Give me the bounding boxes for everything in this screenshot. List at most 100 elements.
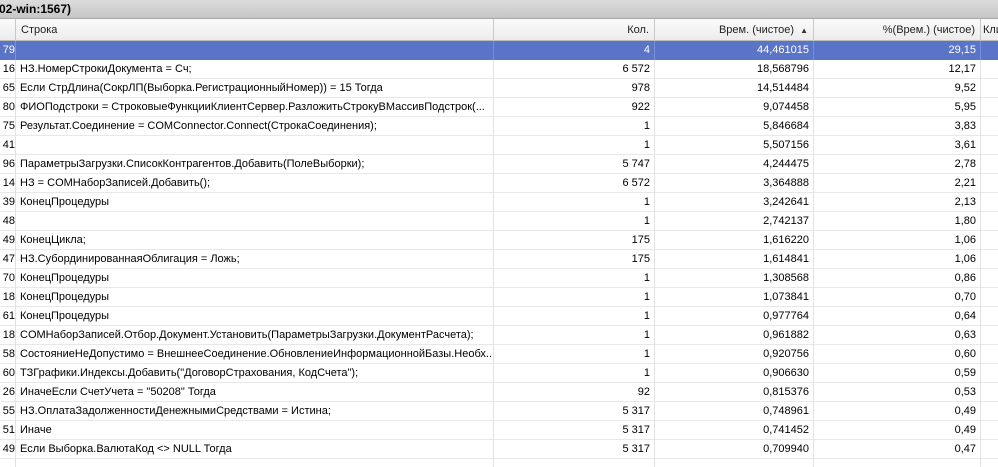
row-id: 26: [0, 383, 16, 402]
row-client: [981, 174, 998, 193]
header-time-label: Врем. (чистое): [718, 24, 795, 36]
row-time: 5,507156: [655, 136, 814, 155]
table-row[interactable]: 18 COMНаборЗаписей.Отбор.Документ.Установ…: [0, 326, 998, 345]
table-row[interactable]: [0, 459, 998, 467]
row-client: [981, 345, 998, 364]
header-id[interactable]: [0, 19, 16, 41]
row-count: 175: [494, 250, 655, 269]
table-row[interactable]: 49 Если Выборка.ВалютаКод <> NULL Тогда 5 …: [0, 440, 998, 459]
table-row[interactable]: 41 1 5,507156 3,61: [0, 136, 998, 155]
row-percent: 5,95: [814, 98, 981, 117]
row-id: 65: [0, 79, 16, 98]
row-string: НЗ.ОплатаЗадолженностиДенежнымиСредствам…: [16, 402, 494, 421]
row-count: 1: [494, 193, 655, 212]
row-string: НЗ.НомерСтрокиДокумента = Сч;: [16, 60, 494, 79]
row-string: ТЗГрафики.Индексы.Добавить("ДоговорСтрах…: [16, 364, 494, 383]
row-client: [981, 136, 998, 155]
table-row[interactable]: 39 КонецПроцедуры 1 3,242641 2,13: [0, 193, 998, 212]
row-client: [981, 307, 998, 326]
row-id: 41: [0, 136, 16, 155]
row-count: 5 747: [494, 155, 655, 174]
row-id: 55: [0, 402, 16, 421]
row-count: 5 317: [494, 421, 655, 440]
row-string: ФИОПодстроки = СтроковыеФункцииКлиентСер…: [16, 98, 494, 117]
header-count-label: Кол.: [627, 24, 649, 36]
row-string: КонецПроцедуры: [16, 269, 494, 288]
row-count: 1: [494, 269, 655, 288]
table-row[interactable]: 65 Если СтрДлина(СокрЛП(Выборка.Регистрац…: [0, 79, 998, 98]
row-count: 1: [494, 345, 655, 364]
row-count: 92: [494, 383, 655, 402]
row-time: 0,920756: [655, 345, 814, 364]
row-string: ПараметрыЗагрузки.СписокКонтрагентов.Доб…: [16, 155, 494, 174]
row-time: [655, 459, 814, 467]
row-percent: 0,49: [814, 421, 981, 440]
row-percent: 0,47: [814, 440, 981, 459]
table-row[interactable]: 18 КонецПроцедуры 1 1,073841 0,70: [0, 288, 998, 307]
row-percent: 0,64: [814, 307, 981, 326]
row-client: [981, 383, 998, 402]
row-id: 60: [0, 364, 16, 383]
row-count: 4: [494, 41, 655, 60]
table-row[interactable]: 60 ТЗГрафики.Индексы.Добавить("ДоговорСтр…: [0, 364, 998, 383]
row-string: COMНаборЗаписей.Отбор.Документ.Установит…: [16, 326, 494, 345]
table-row[interactable]: 51 Иначе 5 317 0,741452 0,49: [0, 421, 998, 440]
row-time: 0,906630: [655, 364, 814, 383]
table-row[interactable]: 49 КонецЦикла; 175 1,616220 1,06: [0, 231, 998, 250]
row-string: Если СтрДлина(СокрЛП(Выборка.Регистрацио…: [16, 79, 494, 98]
row-client: [981, 326, 998, 345]
row-client: [981, 250, 998, 269]
header-client[interactable]: Кли: [981, 19, 998, 41]
header-count[interactable]: Кол.: [494, 19, 655, 41]
table-header: Строка Кол. Врем. (чистое) ▲ %(Врем.) (чи…: [0, 19, 998, 41]
row-time: 1,614841: [655, 250, 814, 269]
row-count: 1: [494, 212, 655, 231]
header-percent[interactable]: %(Врем.) (чистое): [814, 19, 981, 41]
table-row[interactable]: 26 ИначеЕсли СчетУчета = "50208" Тогда 92 0…: [0, 383, 998, 402]
row-count: 6 572: [494, 60, 655, 79]
row-client: [981, 402, 998, 421]
table-row[interactable]: 47 НЗ.СубординированнаяОблигация = Ложь; 1…: [0, 250, 998, 269]
row-id: 75: [0, 117, 16, 136]
row-id: 16: [0, 60, 16, 79]
row-time: 0,977764: [655, 307, 814, 326]
table-body: 79 4 44,461015 29,15 16 НЗ.НомерСтрокиДокумен…: [0, 41, 998, 467]
row-client: [981, 155, 998, 174]
row-id: 49: [0, 440, 16, 459]
row-count: 5 317: [494, 402, 655, 421]
table-row[interactable]: 70 КонецПроцедуры 1 1,308568 0,86: [0, 269, 998, 288]
table-row[interactable]: 48 1 2,742137 1,80: [0, 212, 998, 231]
row-count: 1: [494, 364, 655, 383]
header-time[interactable]: Врем. (чистое) ▲: [655, 19, 814, 41]
row-time: 4,244475: [655, 155, 814, 174]
table-row[interactable]: 75 Результат.Соединение = COMConnector.Co…: [0, 117, 998, 136]
row-percent: 0,70: [814, 288, 981, 307]
table-row[interactable]: 16 НЗ.НомерСтрокиДокумента = Сч; 6 572 18,5…: [0, 60, 998, 79]
row-string: Результат.Соединение = COMConnector.Conn…: [16, 117, 494, 136]
row-id: 14: [0, 174, 16, 193]
row-client: [981, 269, 998, 288]
row-id: 18: [0, 326, 16, 345]
row-id: 47: [0, 250, 16, 269]
row-time: 3,242641: [655, 193, 814, 212]
row-string: КонецЦикла;: [16, 231, 494, 250]
row-string: НЗ = COMНаборЗаписей.Добавить();: [16, 174, 494, 193]
table-row[interactable]: 96 ПараметрыЗагрузки.СписокКонтрагентов.Д…: [0, 155, 998, 174]
row-id: 79: [0, 41, 16, 60]
table-row[interactable]: 55 НЗ.ОплатаЗадолженностиДенежнымиСредств…: [0, 402, 998, 421]
table-row[interactable]: 80 ФИОПодстроки = СтроковыеФункцииКлиентС…: [0, 98, 998, 117]
header-string[interactable]: Строка: [16, 19, 494, 41]
row-count: 1: [494, 288, 655, 307]
table-row[interactable]: 61 КонецПроцедуры 1 0,977764 0,64: [0, 307, 998, 326]
row-count: [494, 459, 655, 467]
row-percent: 9,52: [814, 79, 981, 98]
header-percent-label: %(Врем.) (чистое): [882, 24, 975, 36]
row-client: [981, 212, 998, 231]
table-row[interactable]: 58 СостояниеНеДопустимо = ВнешнееСоединен…: [0, 345, 998, 364]
row-percent: 1,80: [814, 212, 981, 231]
row-percent: 29,15: [814, 41, 981, 60]
row-id: 18: [0, 288, 16, 307]
window-title: 02-win:1567): [0, 2, 72, 16]
table-row[interactable]: 14 НЗ = COMНаборЗаписей.Добавить(); 6 572 3…: [0, 174, 998, 193]
table-row[interactable]: 79 4 44,461015 29,15: [0, 41, 998, 60]
